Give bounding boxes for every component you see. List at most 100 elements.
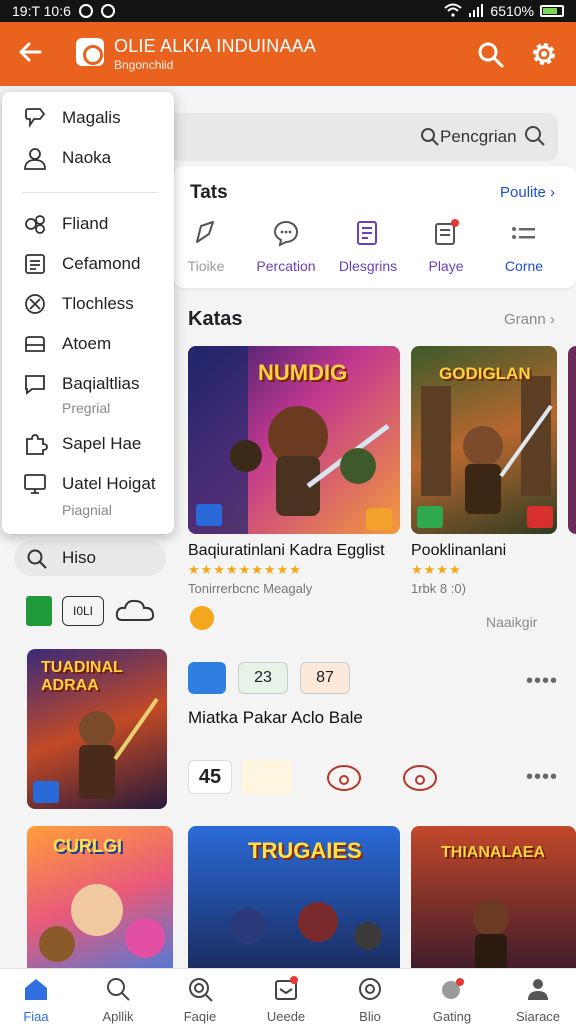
drawer-item[interactable]: Atoem bbox=[22, 330, 111, 358]
search-button[interactable] bbox=[476, 40, 506, 70]
profile-icon bbox=[528, 979, 548, 1000]
drawer-item[interactable]: Cefamond bbox=[22, 250, 140, 278]
mini-icons-row: I0LI bbox=[22, 596, 162, 628]
nav-label: Ueede bbox=[266, 1009, 306, 1024]
back-button[interactable] bbox=[14, 38, 46, 70]
pig-icon[interactable] bbox=[398, 758, 442, 794]
app-icon[interactable]: 87 bbox=[300, 662, 350, 694]
categories-title: Tats bbox=[190, 182, 228, 203]
cloud-icon[interactable] bbox=[114, 596, 156, 626]
game-poster[interactable]: CURLGI bbox=[27, 826, 173, 976]
puzzle-icon bbox=[26, 434, 48, 455]
drawer-item[interactable]: Uatel Hoigat bbox=[22, 470, 156, 498]
pig-icon[interactable] bbox=[322, 758, 366, 794]
nav-item-home[interactable]: Fiaa bbox=[0, 975, 76, 1024]
nav-item-profile[interactable]: Siarace bbox=[498, 975, 576, 1024]
status-time: 19:T 10:6 bbox=[12, 3, 71, 19]
section-title: Katas bbox=[188, 308, 243, 330]
drawer-item-label: Sapel Hae bbox=[62, 434, 142, 453]
search-placeholder: Pencgrian bbox=[440, 127, 517, 146]
drawer-item[interactable]: Tlochless bbox=[22, 290, 134, 318]
person-icon bbox=[24, 148, 46, 170]
game-stars: ★★★★ bbox=[411, 562, 462, 577]
app-icon[interactable] bbox=[188, 662, 226, 694]
drawer-item[interactable]: Fliand bbox=[22, 210, 108, 238]
game-art-title: NUMDIG bbox=[258, 360, 348, 385]
circle-icon bbox=[359, 978, 381, 1000]
game-art-title: CURLGI bbox=[53, 836, 122, 856]
app-icon[interactable]: 23 bbox=[238, 662, 288, 694]
history-chip[interactable]: Hiso bbox=[14, 540, 166, 576]
signal-icon bbox=[468, 3, 484, 20]
game-tile[interactable]: NUMDIG bbox=[188, 346, 400, 534]
search-icon bbox=[27, 549, 47, 569]
game-meta: 1rbk 8 :0) bbox=[411, 581, 466, 596]
nav-label: Fiaa bbox=[23, 1009, 49, 1024]
app-icon[interactable] bbox=[242, 760, 292, 794]
battery-text: 6510% bbox=[490, 3, 534, 19]
nav-label: Siarace bbox=[515, 1009, 561, 1024]
text-badge-icon[interactable]: I0LI bbox=[62, 596, 104, 626]
gear-icon bbox=[533, 43, 555, 65]
publisher-badge bbox=[417, 506, 443, 528]
section-more-link[interactable]: Grann › bbox=[504, 311, 555, 328]
green-app-icon[interactable] bbox=[26, 596, 52, 626]
more-dots-icon[interactable]: •••• bbox=[526, 766, 558, 789]
nav-item-faqie[interactable]: Faqie bbox=[160, 975, 240, 1024]
app-bar: OLIE ALKIA INDUINAAA Bngonchiid bbox=[0, 22, 576, 86]
categories-link-label: Poulite bbox=[500, 184, 546, 201]
nav-label: Blio bbox=[359, 1009, 381, 1024]
category-label: Dlesgrins bbox=[338, 258, 398, 274]
battery-icon bbox=[540, 5, 564, 17]
categories-link[interactable]: Poulite › bbox=[500, 184, 555, 201]
category-item[interactable]: Tioike bbox=[166, 218, 246, 278]
game-poster[interactable]: TUADINAL ADRAA bbox=[27, 649, 167, 809]
search-icon bbox=[107, 978, 130, 1001]
sun-icon bbox=[190, 606, 214, 630]
drawer-item-label: Tlochless bbox=[62, 294, 134, 313]
nav-item-gaming[interactable]: Gating bbox=[412, 975, 492, 1024]
more-dots-icon[interactable]: •••• bbox=[526, 670, 558, 693]
document-icon bbox=[25, 254, 45, 274]
settings-button[interactable] bbox=[528, 38, 560, 70]
category-item[interactable]: Dlesgrins bbox=[328, 218, 408, 278]
game-tile[interactable] bbox=[568, 346, 576, 534]
drawer-item[interactable]: Magalis bbox=[22, 104, 121, 132]
search-input[interactable]: Pencgrian bbox=[170, 113, 558, 161]
game-poster[interactable]: THIANALAEA bbox=[411, 826, 576, 976]
drawer-item-label: Naoka bbox=[62, 148, 112, 167]
app-icon[interactable]: 45 bbox=[188, 760, 232, 794]
home-icon bbox=[25, 979, 47, 1000]
drawer-item-label: Atoem bbox=[62, 334, 112, 353]
category-item[interactable]: Playe bbox=[406, 218, 486, 278]
navigation-drawer: Magalis Naoka Fliand Cefamond Tlochless … bbox=[2, 92, 174, 534]
publisher-badge bbox=[196, 504, 222, 526]
drawer-item-label: Fliand bbox=[62, 214, 109, 233]
nav-item-inbox[interactable]: Ueede bbox=[246, 975, 326, 1024]
inbox-icon bbox=[275, 976, 298, 1000]
publisher-badge bbox=[33, 781, 59, 803]
chat-bubble-icon bbox=[273, 220, 299, 247]
app-subtitle: Bngonchiid bbox=[114, 58, 174, 72]
drawer-item[interactable]: Baqialtlias bbox=[22, 370, 140, 398]
drawer-divider bbox=[22, 192, 158, 193]
game-art-title: TRUGAIES bbox=[248, 838, 362, 863]
apps-row-title: Miatka Pakar Aclo Bale bbox=[188, 708, 363, 727]
gear-cluster-icon bbox=[25, 215, 45, 234]
game-tile[interactable]: GODIGLAN bbox=[411, 346, 557, 534]
bottom-navigation: Fiaa Apllik Faqie Ueede Blio Gating Siar… bbox=[0, 968, 576, 1024]
nav-item-search[interactable]: Apllik bbox=[78, 975, 158, 1024]
drawer-item-sublabel: Piagnial bbox=[62, 502, 112, 518]
search-icon[interactable] bbox=[524, 125, 546, 147]
drawer-item[interactable]: Naoka bbox=[22, 144, 111, 172]
category-item[interactable]: Corne bbox=[484, 218, 564, 278]
game-stars: ★★★★★★★★★ bbox=[188, 562, 302, 577]
game-art-title: THIANALAEA bbox=[441, 844, 545, 861]
drawer-item[interactable]: Sapel Hae bbox=[22, 430, 141, 458]
category-item[interactable]: Percation bbox=[246, 218, 326, 278]
ad-tag: Naaikgir bbox=[486, 614, 538, 630]
notification-icon bbox=[78, 4, 93, 18]
nav-item-blio[interactable]: Blio bbox=[330, 975, 410, 1024]
messenger-icon bbox=[100, 4, 115, 18]
game-poster[interactable]: TRUGAIES bbox=[188, 826, 400, 976]
